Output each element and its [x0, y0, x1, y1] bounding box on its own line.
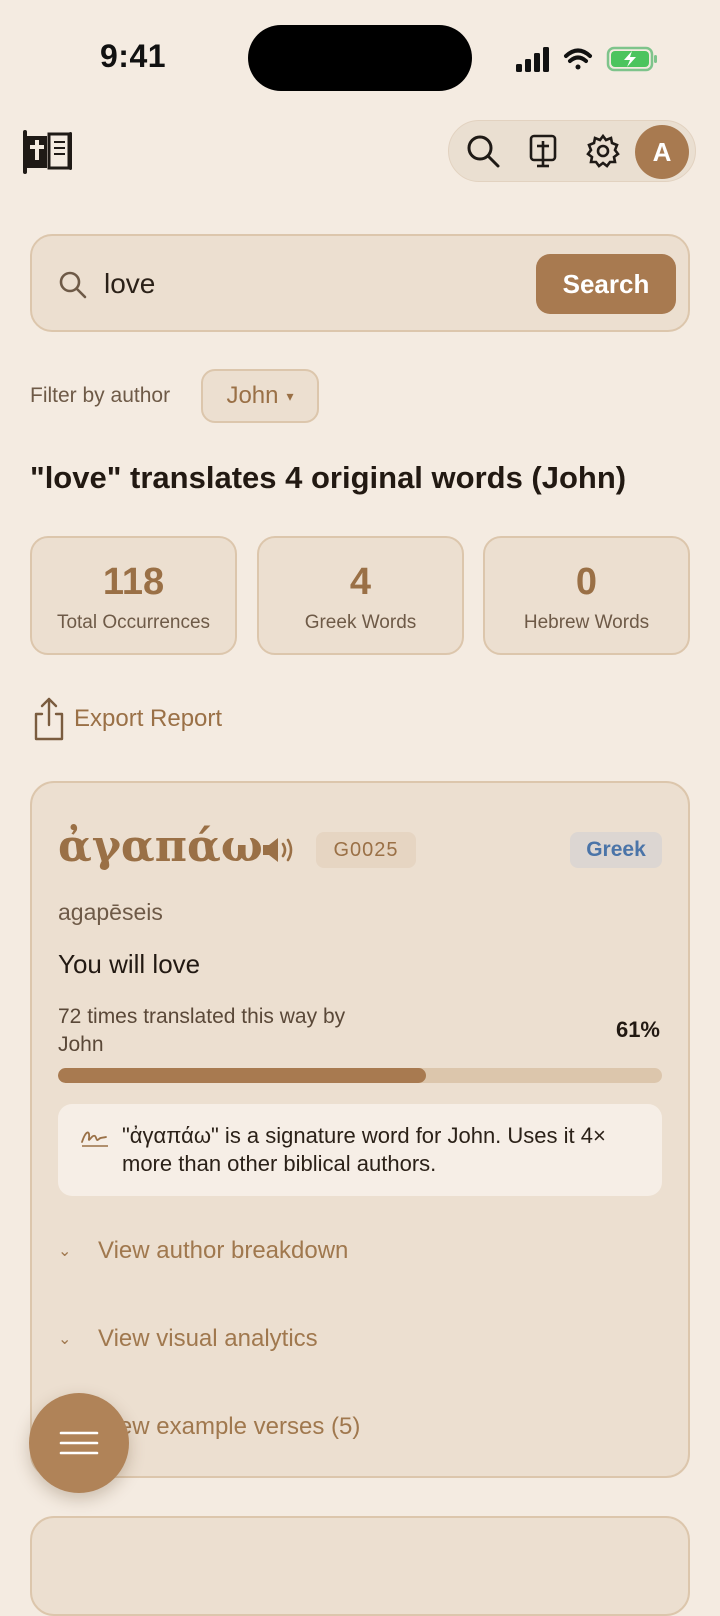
status-icons — [516, 46, 657, 72]
stat-value: 4 — [349, 561, 372, 603]
search-button[interactable] — [461, 129, 505, 173]
search-icon — [59, 271, 87, 299]
frequency-progress-fill — [58, 1068, 427, 1083]
search-input[interactable] — [104, 264, 524, 304]
original-word: ἀγαπάω — [58, 821, 263, 872]
stat-label: Greek Words — [304, 612, 417, 633]
results-headline: "love" translates 4 original words (John… — [30, 460, 627, 495]
chevron-down-icon: ⌄ — [58, 1243, 72, 1260]
author-filter-value: John — [226, 382, 279, 409]
stat-label: Hebrew Words — [523, 612, 650, 633]
search-submit-button[interactable]: Search — [536, 254, 676, 314]
gear-icon — [586, 133, 620, 168]
signature-note-text: "ἀγαπάω" is a signature word for John. U… — [122, 1123, 606, 1176]
search-bar: Search — [30, 234, 690, 332]
user-avatar[interactable]: A — [635, 125, 689, 179]
stat-total-occurrences: 118 Total Occurrences — [30, 536, 237, 655]
word-card: ἀγαπάω G0025 Greek agapēseis You will lo… — [30, 781, 690, 1478]
strongs-number-badge: G0025 — [316, 832, 416, 868]
signature-icon — [81, 1131, 108, 1147]
export-report-button[interactable]: Export Report — [30, 696, 222, 742]
language-badge: Greek — [570, 832, 662, 868]
signature-word-note: "ἀγαπάω" is a signature word for John. U… — [58, 1104, 662, 1196]
transliteration: agapēseis — [58, 899, 163, 925]
wifi-icon — [564, 48, 592, 70]
frequency-text: 72 times translated this way by John — [58, 1005, 346, 1056]
stat-label: Total Occurrences — [56, 612, 211, 633]
top-toolbar: A — [448, 120, 696, 182]
stat-value: 0 — [575, 561, 598, 603]
stat-greek-words: 4 Greek Words — [257, 536, 464, 655]
share-icon — [34, 697, 64, 741]
visual-analytics-toggle[interactable]: ⌄ View visual analytics — [58, 1319, 318, 1359]
battery-charging-icon — [606, 46, 657, 72]
settings-button[interactable] — [581, 129, 625, 173]
translation-gloss: You will love — [58, 949, 201, 979]
speaker-icon[interactable] — [260, 835, 296, 865]
stat-value: 118 — [102, 561, 165, 603]
dynamic-island — [248, 25, 472, 91]
hamburger-menu-icon — [59, 1431, 99, 1455]
bible-cross-icon — [529, 134, 557, 168]
caret-down-icon: ▾ — [286, 387, 294, 404]
menu-fab-button[interactable] — [29, 1393, 129, 1493]
author-filter-dropdown[interactable]: John ▾ — [201, 369, 319, 423]
expander-label: View author breakdown — [98, 1237, 349, 1264]
search-icon — [467, 135, 500, 168]
cellular-signal-icon — [516, 47, 549, 72]
expander-label: View example verses (5) — [98, 1413, 361, 1440]
frequency-progress-bar — [58, 1068, 662, 1083]
stat-hebrew-words: 0 Hebrew Words — [483, 536, 690, 655]
bible-logo-icon[interactable] — [20, 124, 74, 178]
bible-button[interactable] — [521, 129, 565, 173]
word-card-next — [30, 1516, 690, 1616]
author-breakdown-toggle[interactable]: ⌄ View author breakdown — [58, 1231, 348, 1271]
status-time: 9:41 — [100, 38, 167, 74]
expander-label: View visual analytics — [98, 1325, 318, 1352]
chevron-down-icon: ⌄ — [58, 1331, 72, 1348]
frequency-percent: 61% — [615, 1017, 660, 1042]
export-report-label: Export Report — [74, 705, 223, 732]
filter-label: Filter by author — [30, 384, 171, 407]
